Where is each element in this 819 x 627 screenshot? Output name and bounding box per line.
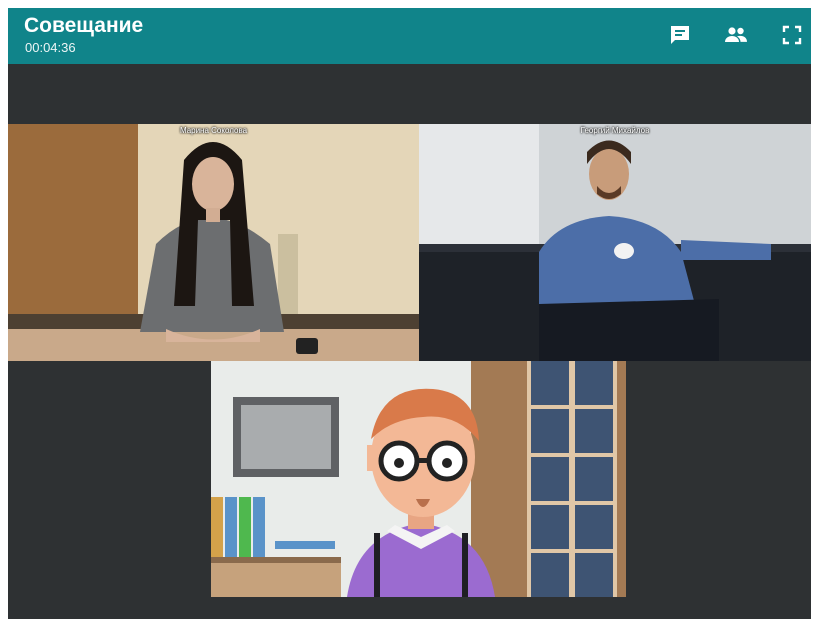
chat-icon	[668, 23, 692, 47]
participant-name-2: Георгий Михайлов	[580, 126, 650, 135]
top-bar: Совещание 00:04:36	[8, 8, 811, 64]
fullscreen-button[interactable]	[778, 21, 806, 49]
participant-avatar-3	[211, 361, 626, 597]
meeting-title: Совещание	[24, 14, 144, 37]
participant-video-1	[8, 124, 419, 361]
participant-video-2	[419, 124, 811, 361]
call-timer: 00:04:36	[25, 40, 76, 55]
participant-name-1: Марина Соколова	[179, 126, 248, 135]
fullscreen-icon	[781, 24, 803, 46]
conference-window: Совещание 00:04:36 Марина Соколова Георг…	[8, 8, 811, 619]
video-tile-1[interactable]: Марина Соколова	[8, 124, 419, 361]
participants-button[interactable]	[722, 21, 750, 49]
video-tile-3[interactable]	[211, 361, 626, 597]
video-tile-2[interactable]: Георгий Михайлов	[419, 124, 811, 361]
participants-icon	[723, 23, 749, 47]
chat-button[interactable]	[666, 21, 694, 49]
